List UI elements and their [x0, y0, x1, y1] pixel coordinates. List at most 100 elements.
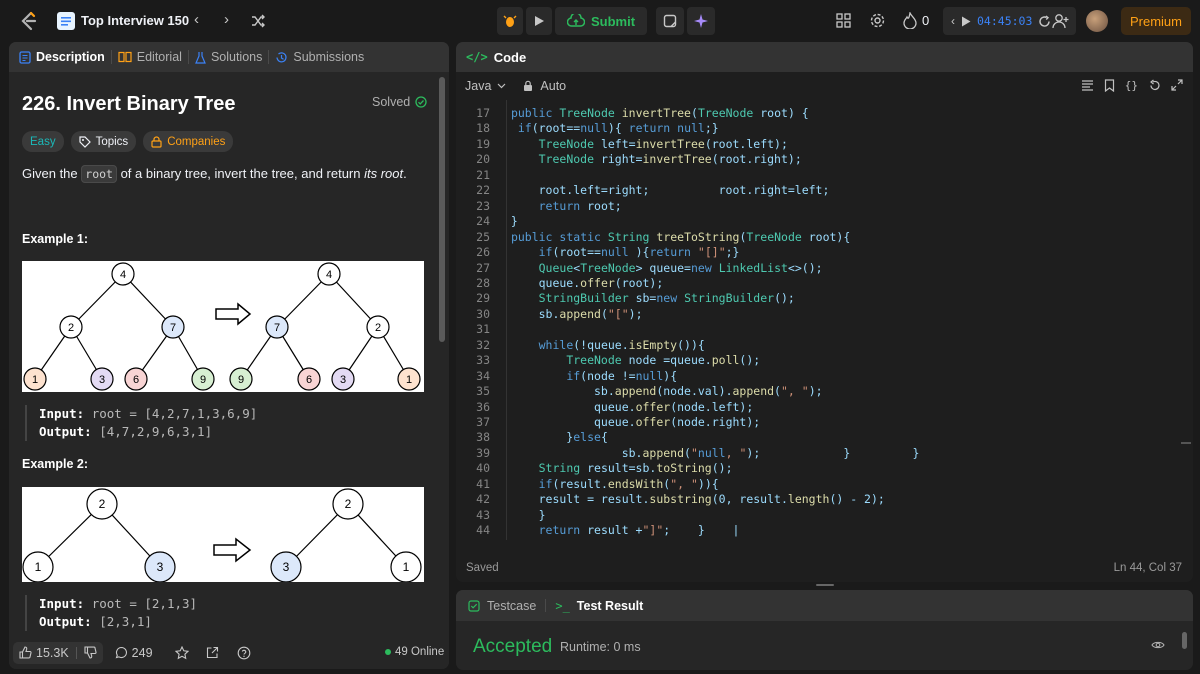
premium-button[interactable]: Premium: [1121, 7, 1191, 35]
braces-icon[interactable]: {}: [1125, 79, 1138, 92]
layout-grid-icon[interactable]: [836, 13, 851, 28]
code-line[interactable]: sb.append("[");: [504, 307, 643, 321]
code-line[interactable]: queue.offer(root);: [504, 276, 664, 290]
tab-description[interactable]: Description: [19, 50, 105, 64]
line-number: 26: [476, 245, 490, 260]
code-line[interactable]: TreeNode node =queue.poll();: [504, 353, 760, 367]
timer-play-icon[interactable]: [961, 16, 971, 27]
output-value: [2,3,1]: [99, 614, 152, 629]
input-label: Input:: [39, 596, 85, 611]
expand-icon[interactable]: [1171, 79, 1183, 91]
top-bar: Top Interview 150 ‹ › Submit 0 ‹ 04:45:0…: [0, 0, 1200, 42]
tab-solutions[interactable]: Solutions: [195, 50, 262, 64]
code-line[interactable]: return result +"]"; } |: [504, 523, 740, 537]
line-number: 24: [476, 214, 490, 229]
tab-test-result[interactable]: Test Result: [577, 599, 643, 613]
code-line[interactable]: TreeNode right=invertTree(root.right);: [504, 152, 802, 166]
output-label: Output:: [39, 614, 92, 629]
code-line[interactable]: while(!queue.isEmpty()){: [504, 338, 705, 352]
code-line[interactable]: root.left=right; root.right=left;: [504, 183, 830, 197]
code-line[interactable]: TreeNode left=invertTree(root.left);: [504, 137, 788, 151]
ai-button[interactable]: [687, 7, 716, 35]
solved-label: Solved: [372, 95, 411, 109]
star-icon[interactable]: [174, 645, 189, 660]
code-line[interactable]: String result=sb.toString();: [504, 461, 733, 475]
reset-code-icon[interactable]: [1148, 79, 1161, 92]
run-button[interactable]: [526, 7, 552, 35]
next-problem-icon[interactable]: ›: [224, 11, 229, 28]
code-line[interactable]: if(result.endsWith(", ")){: [504, 477, 719, 491]
code-editor[interactable]: 17 public TreeNode invertTree(TreeNode r…: [456, 104, 1193, 546]
code-line[interactable]: queue.offer(node.right);: [504, 415, 760, 429]
share-icon[interactable]: [206, 646, 219, 659]
line-number: 20: [476, 152, 490, 167]
leetcode-logo-icon[interactable]: [18, 10, 40, 32]
tag-icon: [78, 135, 91, 148]
code-line[interactable]: sb.append("null, "); } }: [504, 446, 920, 460]
comments-button[interactable]: 249: [115, 646, 153, 660]
description-scrollbar[interactable]: [439, 77, 445, 342]
tab-editorial[interactable]: Editorial: [118, 50, 182, 64]
add-friend-icon[interactable]: [1052, 13, 1070, 29]
problem-title[interactable]: 226. Invert Binary Tree: [22, 93, 235, 116]
code-line[interactable]: Queue<TreeNode> queue=new LinkedList<>()…: [504, 261, 823, 275]
bookmark-icon[interactable]: [1104, 79, 1115, 92]
debug-button[interactable]: [497, 7, 523, 35]
code-line[interactable]: if(root==null ){return "[]";}: [504, 245, 740, 259]
code-line[interactable]: public TreeNode invertTree(TreeNode root…: [504, 106, 809, 120]
submit-button[interactable]: Submit: [555, 7, 648, 35]
thumbs-down-icon[interactable]: [84, 646, 97, 659]
run-submit-group: Submit: [497, 7, 716, 35]
line-number: 28: [476, 275, 490, 290]
code-line[interactable]: if(root==null){ return null;}: [504, 121, 719, 135]
panel-resize-handle[interactable]: [816, 584, 834, 586]
streak-flame-icon[interactable]: [903, 12, 917, 29]
code-line[interactable]: return root;: [504, 199, 622, 213]
code-line[interactable]: if(node !=null){: [504, 369, 677, 383]
code-line[interactable]: result = result.substring(0, result.leng…: [504, 492, 885, 506]
difficulty-badge: Easy: [22, 131, 64, 152]
shuffle-icon[interactable]: [250, 13, 266, 29]
tab-divider: [110, 50, 112, 64]
problem-list-title[interactable]: Top Interview 150: [81, 13, 189, 28]
code-panel-title: Code: [493, 49, 527, 65]
result-status: Accepted: [473, 636, 553, 657]
code-line[interactable]: public static String treeToString(TreeNo…: [504, 230, 850, 244]
help-icon[interactable]: [237, 646, 251, 660]
settings-gear-icon[interactable]: [869, 12, 886, 29]
line-number: 27: [476, 260, 490, 275]
code-line[interactable]: sb.append(node.val).append(", ");: [504, 384, 823, 398]
code-line[interactable]: StringBuilder sb=new StringBuilder();: [504, 291, 795, 305]
line-number: 18: [476, 121, 490, 136]
problem-list-icon[interactable]: [57, 12, 75, 30]
tab-submissions[interactable]: Submissions: [275, 50, 364, 64]
autocomplete-mode[interactable]: Auto: [540, 79, 566, 93]
topics-chip[interactable]: Topics: [70, 131, 137, 152]
line-number: 21: [476, 167, 490, 182]
format-icon[interactable]: [1081, 79, 1094, 92]
timer-reset-icon[interactable]: [1038, 14, 1051, 28]
notes-button[interactable]: [656, 7, 685, 35]
timer-collapse-icon[interactable]: ‹: [951, 14, 955, 28]
companies-chip[interactable]: Companies: [143, 131, 234, 152]
tab-testcase[interactable]: Testcase: [487, 599, 536, 613]
result-tabs: Testcase >_ Test Result: [456, 590, 1193, 621]
eye-icon[interactable]: [1151, 640, 1165, 650]
prev-problem-icon[interactable]: ‹: [194, 11, 199, 28]
language-select[interactable]: Java: [465, 79, 491, 93]
tree-node: 2: [375, 322, 381, 334]
chevron-down-icon[interactable]: [497, 83, 506, 89]
code-line[interactable]: }: [504, 508, 546, 522]
note-icon: [663, 14, 677, 28]
description-icon: [19, 50, 31, 64]
result-scrollbar[interactable]: [1182, 632, 1187, 649]
code-line[interactable]: queue.offer(node.left);: [504, 400, 753, 414]
like-button[interactable]: 15.3K: [13, 641, 103, 664]
user-avatar[interactable]: [1086, 10, 1108, 32]
terminal-icon: >_: [555, 598, 570, 613]
play-icon: [535, 16, 544, 26]
sparkle-icon: [694, 14, 709, 28]
code-line[interactable]: }else{: [504, 430, 608, 444]
history-icon: [276, 51, 287, 62]
editor-indent-guide: [506, 100, 507, 540]
